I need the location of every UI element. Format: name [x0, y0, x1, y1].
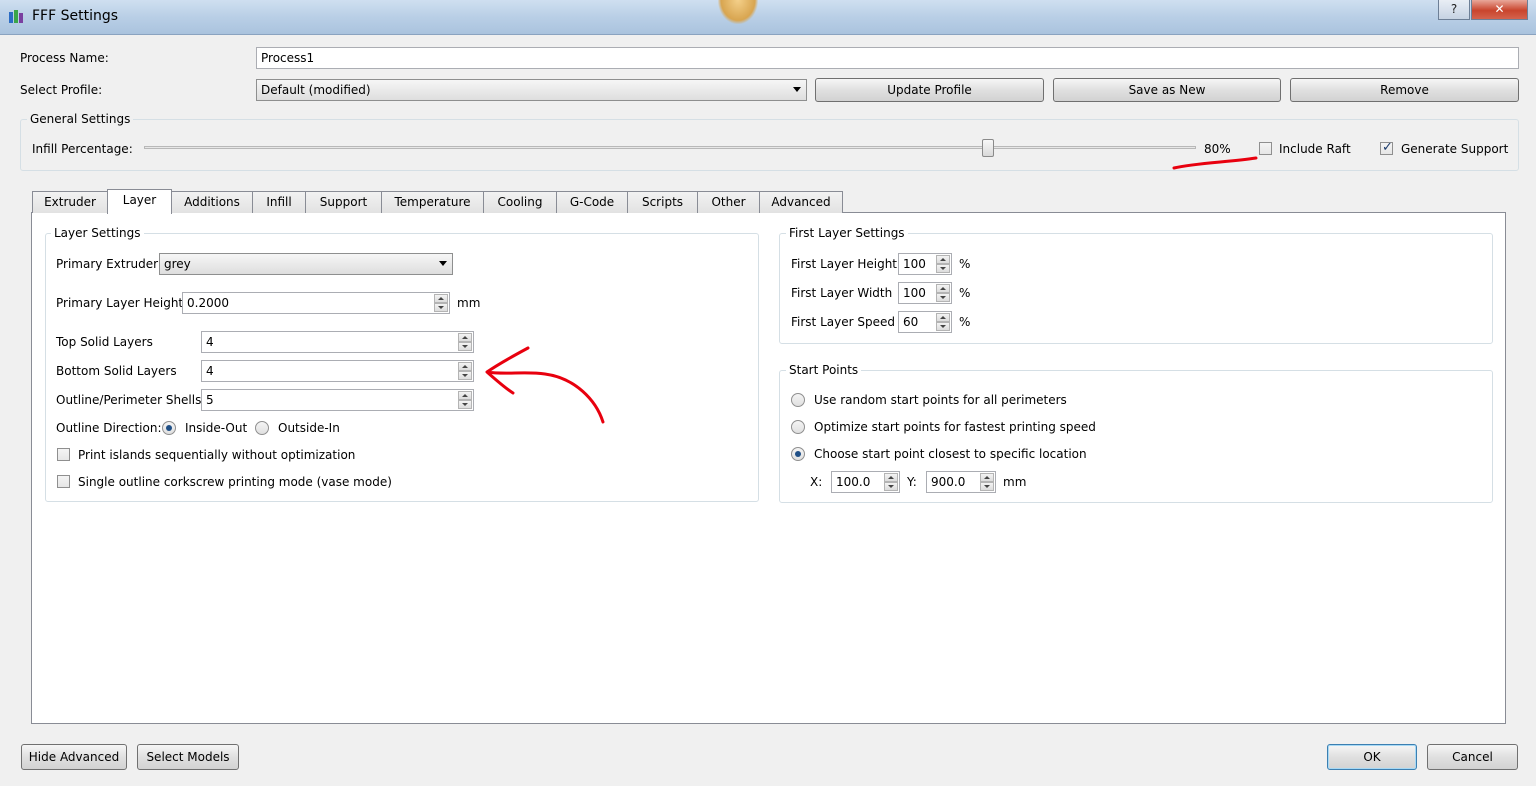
annotation-underline — [1172, 156, 1258, 170]
annotation-arrow — [485, 346, 605, 424]
annotation-layer — [485, 156, 1258, 424]
tab-layer[interactable]: Layer — [107, 189, 172, 214]
